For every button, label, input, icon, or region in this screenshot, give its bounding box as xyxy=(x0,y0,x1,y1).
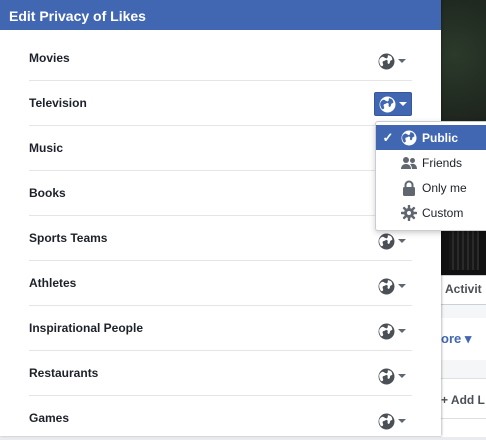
likes-row-games: Games xyxy=(29,396,412,440)
background-activity-label: Activit xyxy=(445,282,482,296)
globe-icon xyxy=(379,96,396,112)
globe-icon xyxy=(378,413,395,429)
privacy-selector-button-active[interactable] xyxy=(374,92,412,116)
background-add-button[interactable]: + Add L xyxy=(441,378,486,419)
chevron-down-icon xyxy=(398,329,406,333)
likes-row-movies: Movies xyxy=(29,36,412,81)
gear-icon xyxy=(400,204,418,222)
globe-icon xyxy=(378,323,395,339)
chevron-down-icon xyxy=(398,239,406,243)
menu-item-label: Only me xyxy=(422,180,467,195)
privacy-selector-button[interactable] xyxy=(375,50,409,72)
menu-item-label: Custom xyxy=(422,205,464,220)
privacy-selector-button[interactable] xyxy=(375,275,409,297)
privacy-selector-button[interactable] xyxy=(375,230,409,252)
menu-item-public[interactable]: ✓ Public xyxy=(376,125,486,150)
privacy-selector-button[interactable] xyxy=(375,320,409,342)
likes-row-television: Television xyxy=(29,81,412,126)
likes-row-athletes: Athletes xyxy=(29,261,412,306)
menu-item-label: Public xyxy=(422,130,459,145)
likes-row-restaurants: Restaurants xyxy=(29,351,412,396)
background-activity-tab[interactable]: Activit xyxy=(441,275,486,305)
row-label: Movies xyxy=(29,51,70,65)
likes-category-list: Movies Television Music Books Sports Tea… xyxy=(29,36,412,440)
background-more-button[interactable]: ore ▾ xyxy=(441,318,486,360)
chevron-down-icon xyxy=(398,419,406,423)
menu-item-custom[interactable]: Custom xyxy=(376,200,486,225)
privacy-dropdown-menu: ✓ Public Friends Only me Custom xyxy=(375,121,486,231)
globe-icon xyxy=(400,129,418,147)
background-bottom-strip xyxy=(441,418,486,437)
dialog-title: Edit Privacy of Likes xyxy=(0,0,441,30)
background-more-label: ore ▾ xyxy=(441,331,472,346)
row-label: Restaurants xyxy=(29,366,99,380)
row-label: Books xyxy=(29,186,66,200)
row-label: Inspirational People xyxy=(29,321,144,335)
friends-icon xyxy=(400,154,418,172)
likes-row-sports-teams: Sports Teams xyxy=(29,216,412,261)
row-label: Athletes xyxy=(29,276,77,290)
chevron-down-icon xyxy=(398,59,406,63)
chevron-down-icon xyxy=(398,284,406,288)
privacy-selector-button[interactable] xyxy=(375,365,409,387)
globe-icon xyxy=(378,53,395,69)
likes-row-inspirational-people: Inspirational People xyxy=(29,306,412,351)
menu-item-only-me[interactable]: Only me xyxy=(376,175,486,200)
globe-icon xyxy=(378,368,395,384)
globe-icon xyxy=(378,233,395,249)
row-label: Television xyxy=(29,96,87,110)
chevron-down-icon xyxy=(398,374,406,378)
checkmark-icon: ✓ xyxy=(382,129,394,145)
chevron-down-icon xyxy=(399,102,407,106)
menu-item-friends[interactable]: Friends xyxy=(376,150,486,175)
likes-row-books: Books xyxy=(29,171,412,216)
row-label: Music xyxy=(29,141,64,155)
lock-icon xyxy=(400,179,418,197)
row-label: Sports Teams xyxy=(29,231,108,245)
globe-icon xyxy=(378,278,395,294)
background-add-label: + Add L xyxy=(441,393,485,407)
menu-item-label: Friends xyxy=(422,155,463,170)
likes-row-music: Music xyxy=(29,126,412,171)
row-label: Games xyxy=(29,411,70,425)
privacy-selector-button[interactable] xyxy=(375,410,409,432)
